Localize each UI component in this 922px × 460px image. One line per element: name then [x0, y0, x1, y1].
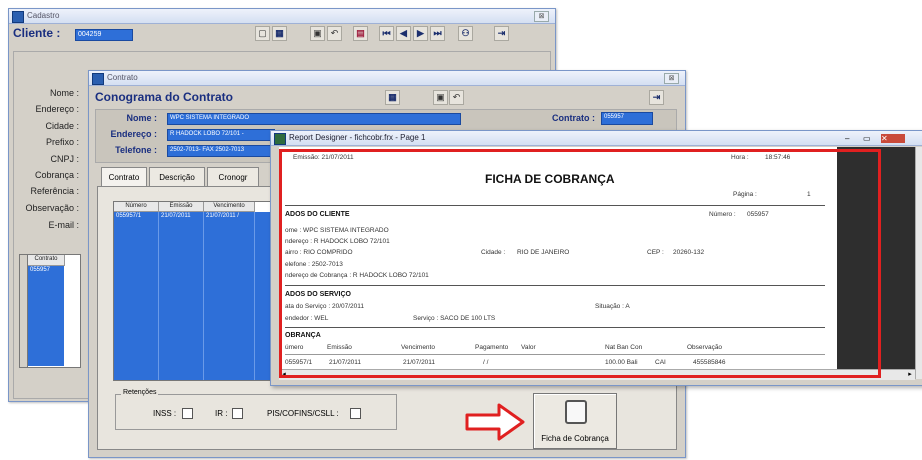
next-icon[interactable]: ▶ — [413, 26, 428, 41]
grid-column-divider — [254, 212, 255, 380]
contrato-title: Contrato — [107, 73, 138, 82]
ficha-cobranca-button[interactable]: Ficha de Cobrança — [533, 393, 617, 449]
retencoes-label: Retenções — [121, 389, 159, 396]
nome-label: Nome : — [126, 113, 157, 123]
grid-column-divider — [158, 212, 159, 380]
ir-checkbox[interactable] — [232, 408, 243, 419]
prev-icon[interactable]: ◀ — [396, 26, 411, 41]
report-designer-window: Report Designer - fichcobr.frx - Page 1 … — [270, 130, 922, 386]
report-app-icon — [274, 133, 286, 145]
cidade-label: Cidade : — [45, 121, 79, 131]
grid-cell-vencimento: 21/07/2011 / — [206, 213, 239, 219]
app-icon — [92, 73, 104, 85]
cadastro-title: Cadastro — [27, 11, 60, 20]
inss-label: INSS : — [153, 409, 177, 418]
telefone-label: Telefone : — [115, 145, 157, 155]
binoculars-icon[interactable]: ⚇ — [458, 26, 473, 41]
cadastro-titlebar[interactable]: Cadastro ⊠ — [9, 9, 555, 24]
save-icon[interactable]: ▣ — [433, 90, 448, 105]
ficha-cobranca-label: Ficha de Cobrança — [541, 434, 609, 443]
undo-icon[interactable]: ↶ — [449, 90, 464, 105]
contrato-titlebar[interactable]: Contrato ⊠ — [89, 71, 685, 86]
close-icon[interactable]: ⊠ — [664, 73, 679, 84]
report-titlebar[interactable]: Report Designer - fichcobr.frx - Page 1 — [271, 131, 922, 146]
contrato-number-field[interactable]: 055957 — [601, 112, 653, 125]
grid-cell-emissao: 21/07/2011 — [161, 213, 191, 219]
grid-cell-numero: 055957/1 — [116, 213, 142, 219]
cobranca-label: Cobrança : — [34, 170, 79, 180]
endereco-label: Endereço : — [35, 104, 79, 114]
new-icon[interactable]: ▢ — [255, 26, 270, 41]
nome-field[interactable]: WPC SISTEMA INTEGRADO — [167, 113, 461, 125]
grid-column-divider — [203, 212, 204, 380]
report-title: Report Designer - fichcobr.frx - Page 1 — [289, 133, 426, 142]
telefone-field[interactable]: 2502-7013- FAX 2502-7013 — [167, 145, 275, 157]
tab-descricao[interactable]: Descrição — [149, 167, 205, 187]
pis-cofins-csll-checkbox[interactable] — [350, 408, 361, 419]
prefixo-label: Prefixo : — [45, 137, 79, 147]
cliente-field[interactable]: 004259 — [75, 29, 133, 41]
endereco-field[interactable]: R HADOCK LOBO 72/101 - — [167, 129, 275, 141]
contrato-heading: Conograma do Contrato — [95, 90, 233, 104]
grid-header-numero: Número — [114, 202, 159, 212]
email-label: E-mail : — [48, 220, 79, 230]
app-icon — [12, 11, 24, 23]
pis-cofins-csll-label: PIS/COFINS/CSLL : — [267, 409, 339, 418]
close-icon[interactable]: ✕ — [881, 134, 905, 143]
minimize-icon[interactable]: – — [845, 134, 849, 143]
tab-contrato[interactable]: Contrato — [101, 167, 147, 187]
inss-checkbox[interactable] — [182, 408, 193, 419]
highlight-frame — [279, 149, 881, 378]
door-exit-icon[interactable]: ⇥ — [649, 90, 664, 105]
endereco-label: Endereço : — [110, 129, 157, 139]
nome-label: Nome : — [49, 88, 79, 98]
print-icon[interactable]: ▦ — [385, 90, 400, 105]
cnpj-label: CNPJ : — [50, 154, 79, 164]
close-icon[interactable]: ⊠ — [534, 11, 549, 22]
door-exit-icon[interactable]: ⇥ — [494, 26, 509, 41]
cliente-label: Cliente : — [13, 26, 61, 40]
observacao-label: Observação : — [25, 203, 79, 213]
save-icon[interactable]: ▣ — [310, 26, 325, 41]
scroll-right-icon[interactable]: ▸ — [905, 370, 915, 380]
contrato-number-label: Contrato : — [552, 113, 595, 123]
mini-grid-header: Contrato — [28, 255, 65, 266]
cadastro-toolbar: ▢ ▦ ▣ ↶ ▤ ⏮ ◀ ▶ ⏭ ⚇ ⇥ — [255, 26, 545, 44]
tab-cronograma[interactable]: Cronogr — [207, 167, 259, 187]
pointer-arrow-icon — [465, 403, 525, 441]
mini-grid-cell: 055957 — [30, 267, 51, 273]
mini-grid-gutter — [20, 255, 28, 367]
grid-header-emissao: Emissão — [159, 202, 204, 212]
grid-header-vencimento: Vencimento — [204, 202, 255, 212]
referencia-label: Referência : — [30, 186, 79, 196]
print-icon[interactable]: ▦ — [272, 26, 287, 41]
grid-selected-row[interactable]: 055957/1 21/07/2011 21/07/2011 / — [114, 212, 274, 380]
contratos-mini-grid[interactable]: Contrato 055957 — [19, 254, 81, 368]
exit-icon[interactable]: ▤ — [353, 26, 368, 41]
parcelas-grid[interactable]: Número Emissão Vencimento 055957/1 21/07… — [113, 201, 275, 381]
maximize-icon[interactable]: ▭ — [863, 134, 871, 143]
undo-icon[interactable]: ↶ — [327, 26, 342, 41]
first-icon[interactable]: ⏮ — [379, 26, 394, 41]
document-print-icon — [565, 400, 587, 424]
report-vertical-scrollbar[interactable] — [915, 147, 922, 379]
ir-label: IR : — [215, 409, 228, 418]
last-icon[interactable]: ⏭ — [430, 26, 445, 41]
mini-grid-row-selected[interactable]: 055957 — [28, 266, 64, 366]
